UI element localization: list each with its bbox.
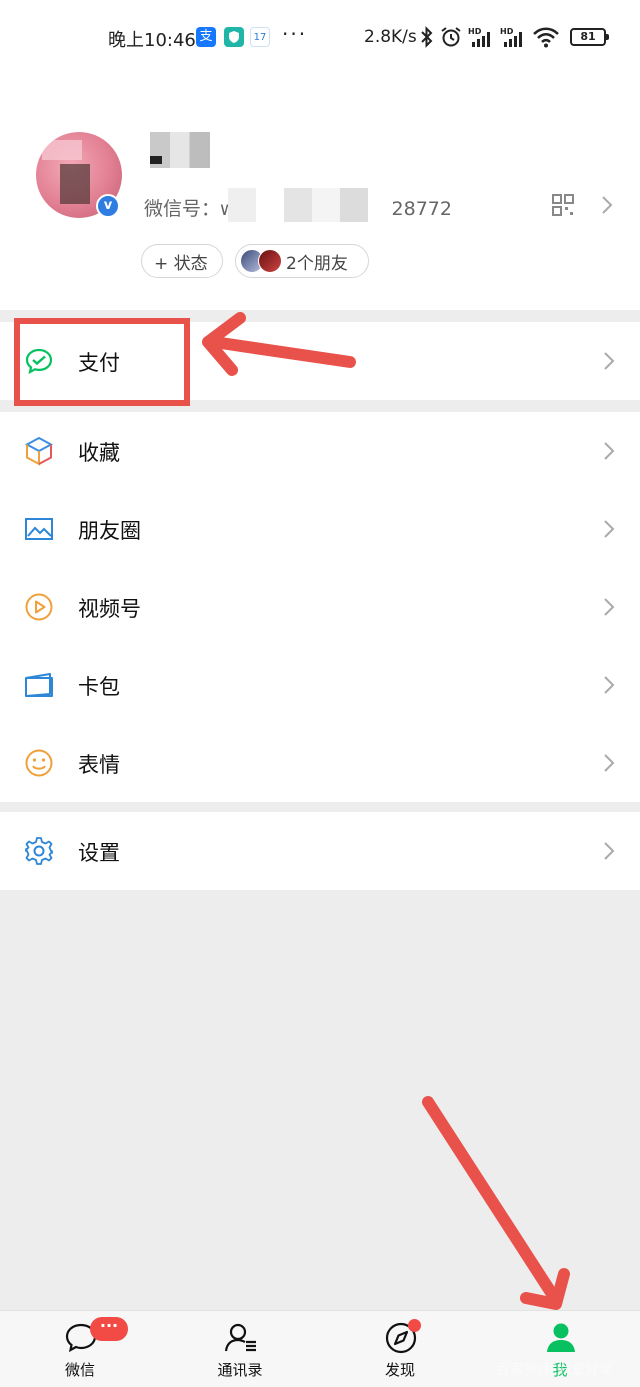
tab-label: 发现 — [384, 1361, 415, 1379]
watermark: 百家号/我们爱分享 — [496, 1362, 613, 1378]
new-content-dot — [408, 1319, 421, 1332]
me-icon — [547, 1323, 575, 1352]
annotation-arrows — [202, 312, 570, 1310]
tab-discover[interactable]: 发现 — [320, 1311, 480, 1387]
tab-chats[interactable]: ··· 微信 — [0, 1311, 160, 1387]
annotation-arrow-pay — [202, 312, 356, 376]
bottom-tab-bar: ··· 微信 通讯录 发现 我 百家号/我们爱分享 — [0, 1310, 640, 1387]
tab-label: 微信 — [64, 1361, 95, 1379]
unread-badge: ··· — [90, 1317, 128, 1341]
tab-label: 通讯录 — [217, 1361, 263, 1379]
tab-contacts[interactable]: 通讯录 — [160, 1311, 320, 1387]
annotation-arrow-me — [422, 1096, 570, 1310]
contacts-icon — [224, 1323, 256, 1352]
